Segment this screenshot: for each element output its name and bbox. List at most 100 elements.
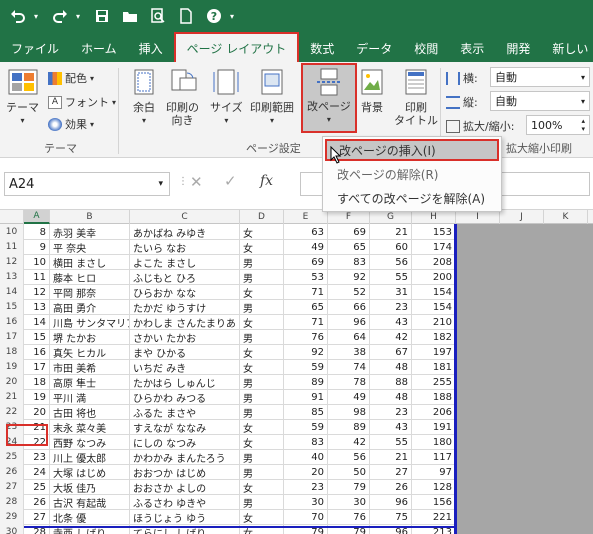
undo-icon[interactable] bbox=[6, 4, 30, 28]
cell-name[interactable]: 末永 菜々美 bbox=[50, 419, 130, 435]
cell-total[interactable]: 181 bbox=[412, 359, 456, 375]
cell-score[interactable]: 85 bbox=[284, 404, 328, 420]
redo-dropdown-icon[interactable]: ▾ bbox=[76, 12, 86, 21]
cell-score[interactable]: 70 bbox=[284, 509, 328, 525]
cell-total[interactable]: 188 bbox=[412, 389, 456, 405]
undo-dropdown-icon[interactable]: ▾ bbox=[34, 12, 44, 21]
cell-score[interactable]: 74 bbox=[328, 359, 370, 375]
cell-score[interactable]: 23 bbox=[370, 299, 412, 315]
cell-score[interactable]: 76 bbox=[328, 509, 370, 525]
insert-page-break-item[interactable]: 改ページの挿入(I) bbox=[325, 139, 499, 161]
print-area-button[interactable]: 印刷範囲 ▾ bbox=[250, 68, 294, 127]
cell-number[interactable]: 14 bbox=[24, 314, 50, 330]
cell-score[interactable]: 98 bbox=[328, 404, 370, 420]
cell-reading[interactable]: まや ひかる bbox=[130, 344, 240, 360]
tab-review[interactable]: 校閲 bbox=[403, 34, 449, 62]
cell-reading[interactable]: ふじもと ひろ bbox=[130, 269, 240, 285]
cell-reading[interactable]: にしの なつみ bbox=[130, 434, 240, 450]
tab-formulas[interactable]: 数式 bbox=[299, 34, 345, 62]
column-header[interactable]: J bbox=[500, 210, 544, 224]
height-select[interactable]: 自動 ▾ bbox=[490, 91, 590, 111]
spreadsheet-grid[interactable]: A B C D E F G H I J K 10 8 赤羽 美幸 あかばね みゆき女 6… bbox=[0, 210, 593, 534]
cell-name[interactable]: 高田 勇介 bbox=[50, 299, 130, 315]
row-header[interactable]: 17 bbox=[0, 329, 24, 345]
cell-score[interactable]: 89 bbox=[328, 419, 370, 435]
tab-page-layout[interactable]: ページ レイアウト bbox=[173, 32, 300, 62]
cell-name[interactable]: 赤羽 美幸 bbox=[50, 224, 130, 240]
cell-score[interactable]: 67 bbox=[370, 344, 412, 360]
cell-score[interactable]: 76 bbox=[284, 329, 328, 345]
cell-name[interactable]: 西野 なつみ bbox=[50, 434, 130, 450]
cell-total[interactable]: 117 bbox=[412, 449, 456, 465]
cell-score[interactable]: 38 bbox=[328, 344, 370, 360]
scale-input[interactable]: 100% ▴ ▾ bbox=[526, 115, 590, 135]
row-header[interactable]: 14 bbox=[0, 284, 24, 300]
row-header[interactable]: 25 bbox=[0, 449, 24, 465]
cell-gender[interactable]: 男 bbox=[240, 494, 284, 510]
cell-gender[interactable]: 男 bbox=[240, 404, 284, 420]
column-header[interactable]: B bbox=[50, 210, 130, 224]
tab-file[interactable]: ファイル bbox=[0, 34, 70, 62]
reset-all-page-breaks-item[interactable]: すべての改ページを解除(A) bbox=[325, 187, 499, 209]
column-header[interactable]: E bbox=[284, 210, 328, 224]
margins-button[interactable]: 余白 ▾ bbox=[128, 68, 160, 127]
row-header[interactable]: 18 bbox=[0, 344, 24, 360]
folder-icon[interactable] bbox=[118, 4, 142, 28]
cell-reading[interactable]: いちだ みき bbox=[130, 359, 240, 375]
cell-total[interactable]: 156 bbox=[412, 494, 456, 510]
cell-score[interactable]: 23 bbox=[370, 404, 412, 420]
cell-reading[interactable]: かわしま さんたまりあ bbox=[130, 314, 240, 330]
cell-number[interactable]: 25 bbox=[24, 479, 50, 495]
themes-button[interactable]: テーマ ▾ bbox=[6, 68, 39, 127]
cell-score[interactable]: 71 bbox=[284, 314, 328, 330]
cell-score[interactable]: 52 bbox=[328, 284, 370, 300]
tab-view[interactable]: 表示 bbox=[449, 34, 495, 62]
cell-score[interactable]: 92 bbox=[284, 344, 328, 360]
cell-score[interactable]: 20 bbox=[284, 464, 328, 480]
redo-icon[interactable] bbox=[48, 4, 72, 28]
customize-qat-icon[interactable]: ▾ bbox=[230, 12, 240, 21]
cell-reading[interactable]: すえなが ななみ bbox=[130, 419, 240, 435]
cell-name[interactable]: 平川 満 bbox=[50, 389, 130, 405]
cell-score[interactable]: 71 bbox=[284, 284, 328, 300]
cell-name[interactable]: 古沢 有起哉 bbox=[50, 494, 130, 510]
cell-total[interactable]: 174 bbox=[412, 239, 456, 255]
cell-score[interactable]: 88 bbox=[370, 374, 412, 390]
cell-score[interactable]: 59 bbox=[284, 359, 328, 375]
cell-gender[interactable]: 女 bbox=[240, 359, 284, 375]
column-header[interactable]: K bbox=[544, 210, 588, 224]
width-select[interactable]: 自動 ▾ bbox=[490, 67, 590, 87]
row-header[interactable]: 10 bbox=[0, 224, 24, 240]
print-titles-button[interactable]: 印刷 タイトル bbox=[394, 68, 438, 127]
cell-number[interactable]: 18 bbox=[24, 374, 50, 390]
cell-name[interactable]: 大坂 佳乃 bbox=[50, 479, 130, 495]
cell-number[interactable]: 27 bbox=[24, 509, 50, 525]
cell-gender[interactable]: 男 bbox=[240, 389, 284, 405]
cell-total[interactable]: 206 bbox=[412, 404, 456, 420]
orientation-button[interactable]: 印刷の 向き bbox=[166, 68, 199, 127]
cell-gender[interactable]: 男 bbox=[240, 464, 284, 480]
cell-total[interactable]: 210 bbox=[412, 314, 456, 330]
cell-name[interactable]: 横田 まさし bbox=[50, 254, 130, 270]
cell-score[interactable]: 60 bbox=[370, 239, 412, 255]
cell-reading[interactable]: あかばね みゆき bbox=[130, 224, 240, 240]
row-header[interactable]: 12 bbox=[0, 254, 24, 270]
cell-score[interactable]: 75 bbox=[370, 509, 412, 525]
row-header[interactable]: 20 bbox=[0, 374, 24, 390]
cell-number[interactable]: 19 bbox=[24, 389, 50, 405]
cell-score[interactable]: 83 bbox=[284, 434, 328, 450]
cell-score[interactable]: 78 bbox=[328, 374, 370, 390]
tab-developer[interactable]: 開発 bbox=[495, 34, 541, 62]
cell-score[interactable]: 43 bbox=[370, 419, 412, 435]
cell-reading[interactable]: おおつか はじめ bbox=[130, 464, 240, 480]
column-header[interactable]: I bbox=[456, 210, 500, 224]
cell-score[interactable]: 55 bbox=[370, 434, 412, 450]
cell-number[interactable]: 23 bbox=[24, 449, 50, 465]
cell-name[interactable]: 真矢 ヒカル bbox=[50, 344, 130, 360]
tab-home[interactable]: ホーム bbox=[70, 34, 128, 62]
cell-number[interactable]: 11 bbox=[24, 269, 50, 285]
cell-gender[interactable]: 女 bbox=[240, 434, 284, 450]
cell-score[interactable]: 89 bbox=[284, 374, 328, 390]
cell-score[interactable]: 69 bbox=[284, 254, 328, 270]
cell-number[interactable]: 26 bbox=[24, 494, 50, 510]
